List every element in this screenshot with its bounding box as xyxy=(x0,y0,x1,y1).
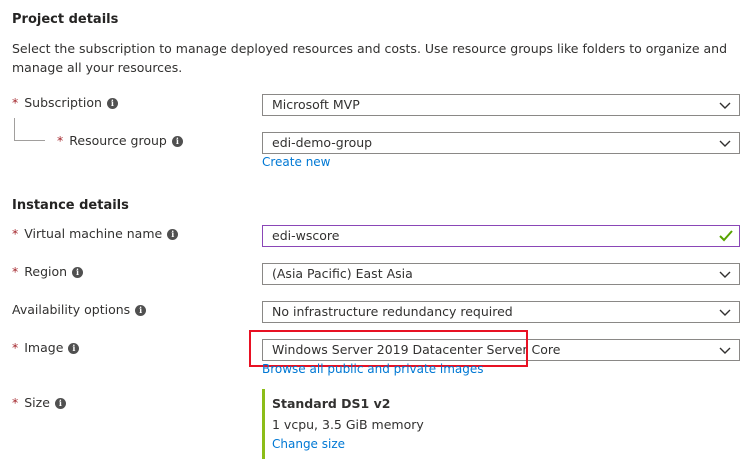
create-new-link[interactable]: Create new xyxy=(262,155,331,169)
browse-images-link[interactable]: Browse all public and private images xyxy=(262,362,484,376)
region-value: (Asia Pacific) East Asia xyxy=(272,266,413,281)
chevron-down-icon xyxy=(719,271,731,278)
chevron-down-icon xyxy=(719,102,731,109)
region-dropdown[interactable]: (Asia Pacific) East Asia xyxy=(262,263,740,285)
required-asterisk: * xyxy=(12,95,19,110)
required-asterisk: * xyxy=(12,395,19,410)
info-icon[interactable]: i xyxy=(54,398,66,409)
subscription-label: * Subscription i xyxy=(12,95,118,110)
info-icon[interactable]: i xyxy=(171,136,183,147)
instance-details-heading: Instance details xyxy=(12,198,129,213)
required-asterisk: * xyxy=(12,340,19,355)
resource-group-value: edi-demo-group xyxy=(272,135,373,150)
resource-group-dropdown[interactable]: edi-demo-group xyxy=(262,132,740,154)
subscription-dropdown[interactable]: Microsoft MVP xyxy=(262,94,740,116)
required-asterisk: * xyxy=(57,133,64,148)
info-icon[interactable]: i xyxy=(167,229,179,240)
required-asterisk: * xyxy=(12,226,19,241)
info-icon[interactable]: i xyxy=(68,343,80,354)
vm-name-value: edi-wscore xyxy=(272,228,340,243)
info-icon[interactable]: i xyxy=(72,267,84,278)
vm-name-input[interactable]: edi-wscore xyxy=(262,225,740,247)
project-details-description: Select the subscription to manage deploy… xyxy=(12,41,728,75)
availability-label: Availability options i xyxy=(12,302,147,317)
size-name: Standard DS1 v2 xyxy=(272,396,391,411)
size-panel: Standard DS1 v2 1 vcpu, 3.5 GiB memory C… xyxy=(262,389,465,459)
region-label: * Region i xyxy=(12,264,84,279)
checkmark-icon xyxy=(719,230,733,242)
size-label: * Size i xyxy=(12,395,66,410)
image-label: * Image i xyxy=(12,340,80,355)
vm-name-label: * Virtual machine name i xyxy=(12,226,179,241)
info-icon[interactable]: i xyxy=(135,305,147,316)
tree-connector xyxy=(14,118,45,141)
project-details-heading: Project details xyxy=(12,12,119,27)
chevron-down-icon xyxy=(719,347,731,354)
size-specs: 1 vcpu, 3.5 GiB memory xyxy=(272,417,424,432)
chevron-down-icon xyxy=(719,309,731,316)
chevron-down-icon xyxy=(719,140,731,147)
change-size-link[interactable]: Change size xyxy=(272,437,345,451)
subscription-value: Microsoft MVP xyxy=(272,97,360,112)
resource-group-label: * Resource group i xyxy=(57,133,183,148)
required-asterisk: * xyxy=(12,264,19,279)
info-icon[interactable]: i xyxy=(106,98,118,109)
availability-dropdown[interactable]: No infrastructure redundancy required xyxy=(262,301,740,323)
availability-value: No infrastructure redundancy required xyxy=(272,304,513,319)
